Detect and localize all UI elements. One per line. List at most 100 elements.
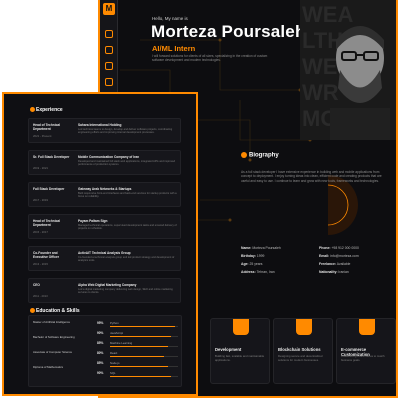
education-dot-icon bbox=[30, 308, 35, 314]
job-company: Mobile Communication Company of Iran bbox=[78, 155, 140, 159]
logo[interactable]: M bbox=[103, 3, 115, 15]
biography-dot-icon bbox=[241, 152, 247, 158]
fact-item: Email: info@morteza.com bbox=[319, 254, 359, 258]
hero-name: Morteza Poursaleh bbox=[151, 22, 306, 41]
job-desc: Led technical teams to design, develop a… bbox=[78, 128, 173, 135]
briefcase-icon[interactable] bbox=[105, 62, 113, 70]
education-item: Associate of Computer Science bbox=[33, 350, 73, 354]
skill-track bbox=[110, 355, 178, 357]
job-role: Head of Technical Department bbox=[33, 123, 61, 131]
skill-fill bbox=[110, 375, 172, 377]
skill-track bbox=[110, 335, 178, 337]
skill-percent: 90% bbox=[97, 331, 104, 335]
job-card: CEO 2011 - 2013 Alpha Web Digital Market… bbox=[28, 278, 181, 303]
skill-bar: 85% Node.js bbox=[97, 361, 179, 368]
skill-percent: 85% bbox=[97, 361, 104, 365]
job-card: Co-Founder and Executive Officer 2013 - … bbox=[28, 246, 181, 271]
hero-role: AI/ML Intern bbox=[152, 44, 196, 53]
skill-track bbox=[110, 325, 178, 327]
job-date: 2013 - 2015 bbox=[33, 262, 48, 266]
job-role: Head of Technical Department bbox=[33, 219, 61, 227]
education-item: Bachelor of Software Engineering bbox=[33, 335, 75, 339]
fact-item: Nationality: Iranian bbox=[319, 270, 349, 274]
job-company: Sahara International Holding bbox=[78, 123, 122, 127]
skill-name: Python bbox=[110, 321, 119, 325]
service-desc: Customizing online stores to match busin… bbox=[341, 354, 385, 362]
job-date: 2019 - 2021 bbox=[33, 166, 48, 170]
job-card: Sr. Full Stack Developer 2019 - 2021 Mob… bbox=[28, 150, 181, 175]
job-company: Gateway Arab Networks & Startups bbox=[78, 187, 132, 191]
blockchain-icon bbox=[296, 319, 312, 335]
code-icon bbox=[233, 319, 249, 335]
job-desc: Built responsive front-end interfaces an… bbox=[78, 192, 177, 199]
skill-track bbox=[110, 345, 178, 347]
skill-name: Node.js bbox=[110, 361, 120, 365]
fact-item: Birthday: 1999 bbox=[241, 254, 265, 258]
experience-title: Experience bbox=[30, 107, 63, 113]
skill-track bbox=[110, 365, 178, 367]
job-desc: Managed technical operations, supervised… bbox=[78, 224, 177, 231]
home-icon[interactable] bbox=[105, 30, 113, 38]
biography-title: Biography bbox=[241, 152, 279, 159]
mail-icon[interactable] bbox=[105, 78, 113, 86]
job-date: 2015 - 2017 bbox=[33, 230, 48, 234]
education-skills-card: Master of Artificial Intelligence Bachel… bbox=[28, 315, 182, 387]
hero-intro: I will forward solutions for clients of … bbox=[152, 54, 268, 63]
job-card: Full Stack Developer 2017 - 2019 Gateway… bbox=[28, 182, 181, 207]
service-title: Development bbox=[215, 347, 242, 352]
education-item: Diploma of Mathematics bbox=[33, 365, 63, 369]
fact-item: Phone: +98 912 000 0000 bbox=[319, 246, 359, 250]
service-desc: Designing secure and decentralized solut… bbox=[278, 354, 323, 362]
skill-name: SQL bbox=[110, 371, 116, 375]
skill-fill bbox=[110, 335, 172, 337]
job-desc: Co-founded a technical analysis group an… bbox=[78, 256, 175, 263]
skill-name: JavaScript bbox=[110, 331, 124, 335]
skill-bar: 80% React bbox=[97, 351, 179, 358]
fact-item: Address: Tehran, Iran bbox=[241, 270, 275, 274]
skill-percent: 90% bbox=[97, 371, 104, 375]
job-role: CEO bbox=[33, 283, 40, 287]
job-role: Full Stack Developer bbox=[33, 187, 65, 191]
job-company: Alpha Web Digital Marketing Company bbox=[78, 283, 137, 287]
skill-bar: 90% JavaScript bbox=[97, 331, 179, 338]
service-desc: Building fast, scalable and maintainable… bbox=[215, 354, 265, 362]
svg-text:WR: WR bbox=[302, 80, 339, 105]
fact-item: Age: 25 years bbox=[241, 262, 263, 266]
skill-bar: 90% SQL bbox=[97, 371, 179, 378]
job-role: Sr. Full Stack Developer bbox=[33, 155, 70, 159]
svg-text:WEA: WEA bbox=[302, 2, 353, 27]
profile-photo: WEALTHYWEBWRMO bbox=[300, 0, 396, 140]
biography-text: As a full stack developer I have extensi… bbox=[241, 170, 382, 183]
user-icon[interactable] bbox=[105, 46, 113, 54]
job-date: 2011 - 2013 bbox=[33, 294, 48, 298]
job-company: Payam Paltam Sign bbox=[78, 219, 108, 223]
skill-fill bbox=[110, 365, 168, 367]
service-card[interactable]: E-commerce Customization Customizing onl… bbox=[336, 318, 396, 384]
service-card[interactable]: Development Building fast, scalable and … bbox=[210, 318, 270, 384]
biography-facts: Name: Morteza Poursaleh Phone: +98 912 0… bbox=[241, 246, 391, 274]
education-item: Master of Artificial Intelligence bbox=[33, 320, 70, 324]
job-desc: Led a digital marketing company deliveri… bbox=[78, 288, 173, 295]
job-date: 2017 - 2019 bbox=[33, 198, 48, 202]
job-card: Head of Technical Department 2021 - Pres… bbox=[28, 118, 181, 143]
job-date: 2021 - Present bbox=[33, 134, 52, 138]
job-card: Head of Technical Department 2015 - 2017… bbox=[28, 214, 181, 239]
orb-decoration bbox=[328, 175, 358, 235]
skill-track bbox=[110, 375, 178, 377]
fact-item: Freelance: Available bbox=[319, 262, 351, 266]
cart-icon bbox=[359, 319, 375, 335]
fact-item: Name: Morteza Poursaleh bbox=[241, 246, 281, 250]
service-card[interactable]: Blockchain Solutions Designing secure an… bbox=[273, 318, 333, 384]
skill-name: React bbox=[110, 351, 118, 355]
job-desc: Developed and maintained full stack web … bbox=[78, 160, 176, 167]
skill-percent: 85% bbox=[97, 341, 104, 345]
services-section: Development Building fast, scalable and … bbox=[210, 318, 396, 396]
skill-bar: 95% Python bbox=[97, 321, 179, 328]
screenshot-frame: M Hello, My name is Morteza Poursaleh AI… bbox=[0, 0, 400, 400]
skill-fill bbox=[110, 325, 175, 327]
skill-percent: 80% bbox=[97, 351, 104, 355]
skill-fill bbox=[110, 345, 168, 347]
hero-greeting: Hello, My name is bbox=[152, 16, 188, 21]
service-title: Blockchain Solutions bbox=[278, 347, 321, 352]
job-company: ActivAIT Technical Analysis Group bbox=[78, 251, 131, 255]
